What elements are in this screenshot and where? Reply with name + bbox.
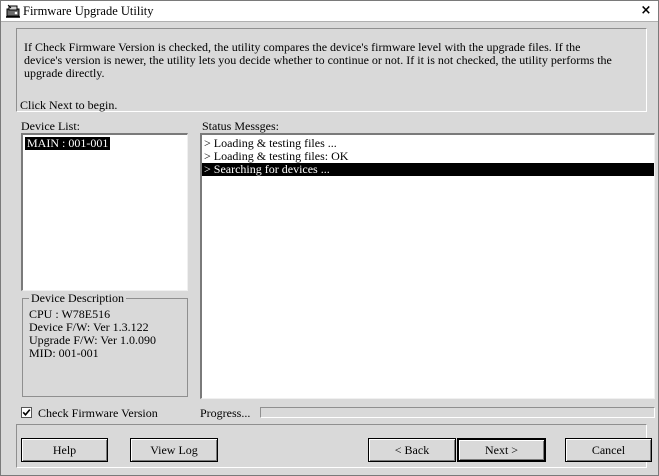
close-button[interactable]: × [638, 2, 654, 19]
mid-value: MID: 001-001 [29, 346, 99, 360]
next-button[interactable]: Next > [457, 438, 546, 462]
firmware-upgrade-window: Firmware Upgrade Utility × If Check Firm… [0, 0, 659, 476]
device-description-group: Device Description CPU : W78E516 Device … [22, 292, 188, 397]
title-bar[interactable]: Firmware Upgrade Utility × [1, 1, 658, 22]
firmware-utility-icon [5, 3, 21, 19]
checkmark-icon [22, 409, 31, 417]
progress-label: Progress... [200, 406, 251, 420]
intro-begin-text: Click Next to begin. [20, 98, 118, 112]
status-messages-label: Status Messges: [202, 119, 280, 133]
intro-panel: If Check Firmware Version is checked, th… [16, 28, 647, 112]
device-list-item[interactable]: MAIN : 001-001 [25, 137, 111, 150]
button-area [16, 424, 647, 468]
back-button[interactable]: < Back [368, 438, 456, 462]
view-log-button[interactable]: View Log [130, 438, 218, 462]
intro-text: If Check Firmware Version is checked, th… [24, 40, 612, 80]
window-title: Firmware Upgrade Utility [23, 4, 154, 18]
device-description-legend: Device Description [29, 291, 126, 305]
check-firmware-label[interactable]: Check Firmware Version [38, 406, 158, 421]
progress-bar [260, 407, 655, 418]
cancel-button[interactable]: Cancel [565, 438, 652, 462]
help-button[interactable]: Help [21, 438, 108, 462]
status-line-selected: > Searching for devices ... [202, 163, 654, 176]
device-list-label: Device List: [21, 119, 80, 133]
status-messages-list[interactable]: > Loading & testing files ... > Loading … [200, 133, 655, 399]
device-list[interactable]: MAIN : 001-001 [21, 133, 188, 291]
check-firmware-checkbox[interactable] [21, 407, 32, 418]
